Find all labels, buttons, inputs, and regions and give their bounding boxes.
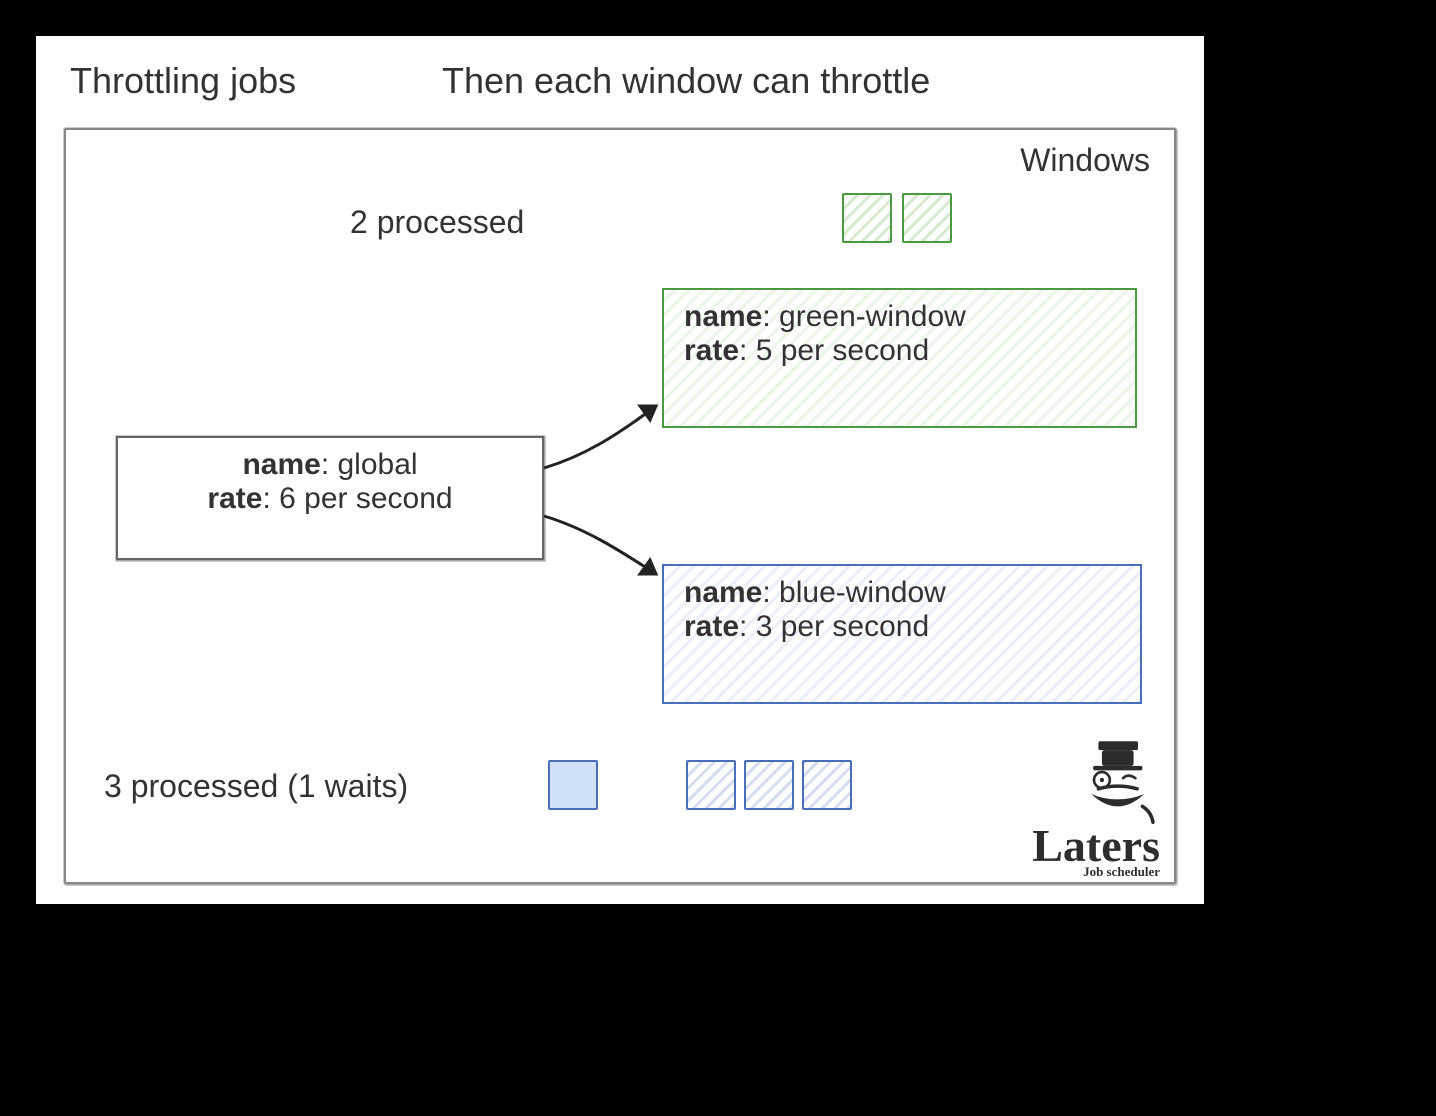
blue-processed-chip (744, 760, 794, 810)
logo-brand-text: Laters (960, 825, 1160, 866)
blue-processed-chip (802, 760, 852, 810)
laters-logo: Laters Job scheduler (960, 736, 1160, 880)
logo-face-icon (1072, 736, 1160, 824)
diagram-canvas: Throttling jobs Then each window can thr… (36, 36, 1204, 904)
blue-waiting-chip (548, 760, 598, 810)
blue-processed-chip (686, 760, 736, 810)
